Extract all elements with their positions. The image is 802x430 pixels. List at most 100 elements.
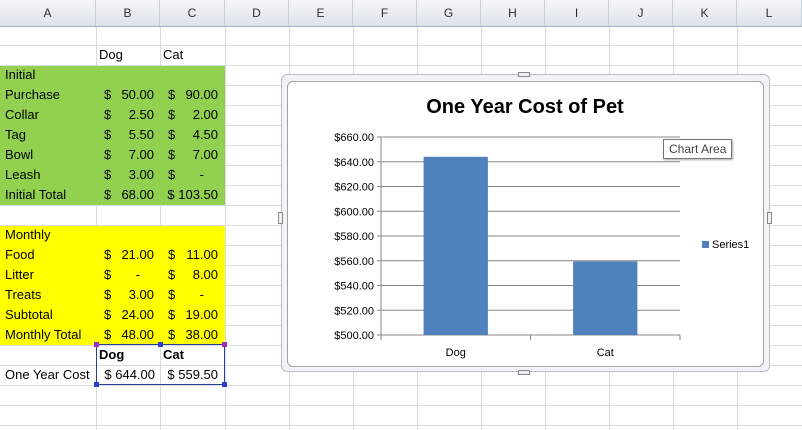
currency-symbol: $ (104, 247, 112, 262)
row-treats-cat[interactable]: - (176, 285, 204, 305)
row-purchase-label[interactable]: Purchase (5, 85, 60, 105)
row-tag-dog[interactable]: 5.50 (112, 125, 154, 145)
currency-symbol: $ (168, 267, 176, 282)
column-header-a[interactable]: A (0, 0, 96, 26)
currency-symbol: $ (104, 267, 112, 282)
currency-symbol: $ (104, 147, 112, 162)
column-header-l[interactable]: L (737, 0, 802, 26)
initial-total-dog[interactable]: 68.00 (112, 185, 154, 205)
row-litter-cat[interactable]: 8.00 (176, 265, 218, 285)
chart-area-tooltip: Chart Area (663, 139, 733, 159)
header-cat[interactable]: Cat (163, 45, 183, 65)
chart-resize-handle[interactable] (767, 212, 772, 224)
x-tick-label: Cat (597, 347, 614, 359)
column-header-e[interactable]: E (289, 0, 353, 26)
column-header-g[interactable]: G (417, 0, 481, 26)
chart-resize-handle[interactable] (518, 72, 530, 77)
one-year-cost-label[interactable]: One Year Cost (5, 365, 90, 385)
currency-symbol: $ (104, 187, 112, 202)
y-tick-label: $500.00 (334, 330, 374, 342)
y-tick-label: $660.00 (334, 132, 374, 144)
y-tick-label: $600.00 (334, 206, 374, 218)
legend-label: Series1 (712, 239, 749, 251)
monthly-label[interactable]: Monthly (5, 225, 51, 245)
column-header-b[interactable]: B (96, 0, 160, 26)
monthly-total-label[interactable]: Monthly Total (5, 325, 81, 345)
currency-symbol: $ (168, 327, 176, 342)
column-header-j[interactable]: J (609, 0, 673, 26)
row-treats-dog[interactable]: 3.00 (112, 285, 154, 305)
currency-symbol: $ (168, 167, 176, 182)
column-header-i[interactable]: I (545, 0, 609, 26)
selection-handle[interactable] (222, 342, 227, 347)
x-axis-labels: Dog Cat (446, 347, 614, 359)
gridline (0, 425, 802, 426)
y-tick-label: $580.00 (334, 231, 374, 243)
gridline (225, 27, 226, 430)
row-food-label[interactable]: Food (5, 245, 35, 265)
initial-label[interactable]: Initial (5, 65, 35, 85)
x-tick-label: Dog (446, 347, 466, 359)
column-header-d[interactable]: D (225, 0, 289, 26)
chart-resize-handle[interactable] (518, 370, 530, 375)
selection-handle[interactable] (94, 382, 99, 387)
y-tick-label: $620.00 (334, 182, 374, 194)
selection-handle[interactable] (158, 342, 163, 347)
row-litter-label[interactable]: Litter (5, 265, 34, 285)
chart-bars (423, 156, 638, 335)
row-food-cat[interactable]: 11.00 (176, 245, 218, 265)
column-header-c[interactable]: C (160, 0, 225, 26)
currency-symbol: $ (104, 127, 112, 142)
row-treats-label[interactable]: Treats (5, 285, 41, 305)
currency-symbol: $ (168, 87, 176, 102)
row-litter-dog[interactable]: - (112, 265, 140, 285)
row-collar-label[interactable]: Collar (5, 105, 39, 125)
row-leash-dog[interactable]: 3.00 (112, 165, 154, 185)
header-dog[interactable]: Dog (99, 45, 123, 65)
row-tag-cat[interactable]: 4.50 (176, 125, 218, 145)
monthly-total-dog[interactable]: 48.00 (112, 325, 154, 345)
bar-dog (423, 156, 488, 335)
row-collar-dog[interactable]: 2.50 (112, 105, 154, 125)
gridline (0, 405, 802, 406)
selection-handle[interactable] (222, 382, 227, 387)
column-header-h[interactable]: H (481, 0, 545, 26)
currency-symbol: $ (104, 167, 112, 182)
range-selection-outline[interactable] (96, 344, 225, 385)
row-collar-cat[interactable]: 2.00 (176, 105, 218, 125)
y-tick-label: $640.00 (334, 157, 374, 169)
column-header-row: A B C D E F G H I J K L (0, 0, 802, 27)
chart-legend[interactable]: Series1 (702, 239, 749, 251)
row-subtotal-cat[interactable]: 19.00 (176, 305, 218, 325)
row-purchase-dog[interactable]: 50.00 (112, 85, 154, 105)
column-header-k[interactable]: K (673, 0, 737, 26)
y-tick-label: $540.00 (334, 281, 374, 293)
currency-symbol: $ (104, 327, 112, 342)
row-leash-cat[interactable]: - (176, 165, 204, 185)
row-purchase-cat[interactable]: 90.00 (176, 85, 218, 105)
y-tick-label: $520.00 (334, 305, 374, 317)
monthly-total-cat[interactable]: 38.00 (176, 325, 218, 345)
row-bowl-cat[interactable]: 7.00 (176, 145, 218, 165)
column-header-f[interactable]: F (353, 0, 417, 26)
row-food-dog[interactable]: 21.00 (112, 245, 154, 265)
row-subtotal-label[interactable]: Subtotal (5, 305, 53, 325)
row-leash-label[interactable]: Leash (5, 165, 40, 185)
row-subtotal-dog[interactable]: 24.00 (112, 305, 154, 325)
row-bowl-dog[interactable]: 7.00 (112, 145, 154, 165)
bar-chart[interactable]: One Year Cost of Pet $500.00 $520.00 $540.… (287, 81, 764, 367)
row-tag-label[interactable]: Tag (5, 125, 26, 145)
chart-resize-handle[interactable] (278, 212, 283, 224)
legend-swatch (702, 241, 709, 248)
selection-handle[interactable] (94, 342, 99, 347)
currency-symbol: $ (168, 287, 176, 302)
y-tick-label: $560.00 (334, 256, 374, 268)
row-bowl-label[interactable]: Bowl (5, 145, 33, 165)
currency-symbol: $ (104, 307, 112, 322)
currency-symbol: $ (104, 287, 112, 302)
initial-total-label[interactable]: Initial Total (5, 185, 66, 205)
currency-symbol: $ (168, 247, 176, 262)
initial-total-cat[interactable]: $ 103.50 (160, 185, 218, 205)
currency-symbol: $ (104, 87, 112, 102)
currency-symbol: $ (168, 107, 176, 122)
